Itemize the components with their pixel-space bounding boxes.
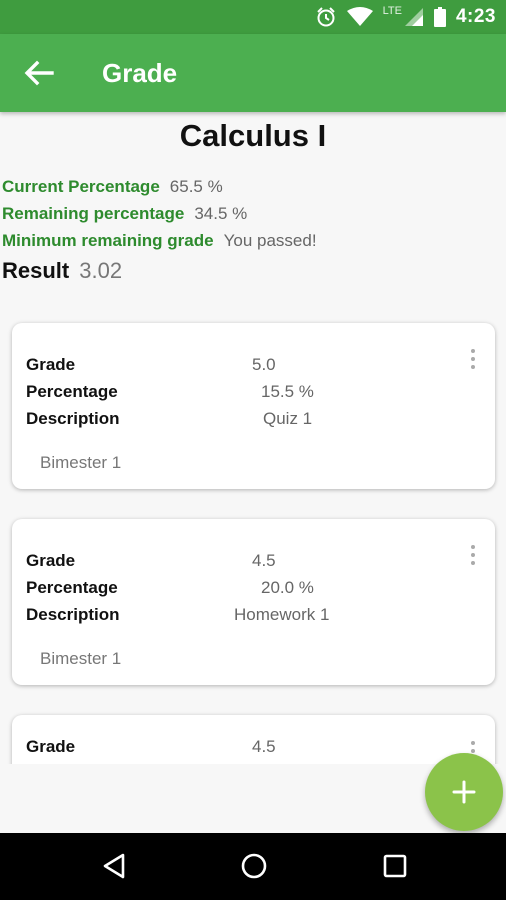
- plus-icon: [452, 780, 476, 804]
- grade-field-label: Grade: [26, 551, 76, 570]
- result-label: Result: [2, 258, 70, 283]
- percentage-value: 20.0 %: [261, 578, 314, 597]
- course-title: Calculus I: [179, 118, 327, 153]
- app-bar: Grade: [0, 34, 506, 112]
- nav-recents-icon[interactable]: [380, 851, 410, 881]
- percentage-field-label: Percentage: [26, 382, 118, 401]
- percentage-field-label: Percentage: [26, 578, 118, 597]
- add-grade-button[interactable]: [425, 753, 503, 831]
- percentage-value: 15.5 %: [261, 382, 314, 401]
- grade-value: 5.0: [252, 355, 276, 374]
- battery-icon: [433, 7, 446, 27]
- nav-back-icon[interactable]: [99, 851, 129, 881]
- more-vert-icon[interactable]: [469, 349, 477, 373]
- result-row: Result 3.02: [2, 258, 122, 284]
- remaining-percentage-label: Remaining percentage: [2, 204, 185, 223]
- grade-field-label: Grade: [26, 355, 76, 374]
- period-label: Bimester 1: [40, 649, 122, 668]
- remaining-percentage-value: 34.5 %: [194, 204, 248, 223]
- grade-summary: Current Percentage 65.5 % Remaining perce…: [2, 176, 317, 257]
- description-value: Homework 1: [234, 605, 330, 624]
- grade-value: 4.5: [252, 551, 276, 570]
- status-bar: LTE 4:23: [0, 0, 506, 34]
- minimum-remaining-grade-row: Minimum remaining grade You passed!: [2, 230, 317, 257]
- description-field-label: Description: [26, 605, 120, 624]
- alarm-icon: [316, 7, 335, 27]
- minimum-remaining-grade-label: Minimum remaining grade: [2, 231, 214, 250]
- arrow-left-icon[interactable]: [22, 58, 56, 88]
- result-value: 3.02: [79, 258, 123, 283]
- current-percentage-label: Current Percentage: [2, 177, 160, 196]
- current-percentage-row: Current Percentage 65.5 %: [2, 176, 317, 203]
- nav-home-icon[interactable]: [239, 851, 269, 881]
- grade-card[interactable]: Grade 4.5: [12, 715, 495, 764]
- status-time: 4:23: [455, 6, 496, 27]
- grade-card[interactable]: Grade 5.0 Percentage 15.5 % Description …: [12, 323, 495, 489]
- description-field-label: Description: [26, 409, 120, 428]
- grade-field-label: Grade: [26, 737, 76, 756]
- remaining-percentage-row: Remaining percentage 34.5 %: [2, 203, 317, 230]
- wifi-icon: [346, 7, 373, 26]
- minimum-remaining-grade-value: You passed!: [223, 231, 317, 250]
- description-value: Quiz 1: [263, 409, 313, 428]
- network-type-label: LTE: [382, 5, 402, 17]
- period-label: Bimester 1: [40, 453, 122, 472]
- grade-value: 4.5: [252, 737, 276, 756]
- system-nav-bar: [0, 833, 506, 900]
- app-bar-title: Grade: [102, 58, 178, 88]
- status-icons: LTE 4:23: [315, 5, 496, 28]
- grade-list[interactable]: Grade 5.0 Percentage 15.5 % Description …: [0, 312, 506, 764]
- grade-card[interactable]: Grade 4.5 Percentage 20.0 % Description …: [12, 519, 495, 685]
- current-percentage-value: 65.5 %: [169, 177, 223, 196]
- signal-icon: [404, 8, 423, 26]
- more-vert-icon[interactable]: [469, 545, 477, 569]
